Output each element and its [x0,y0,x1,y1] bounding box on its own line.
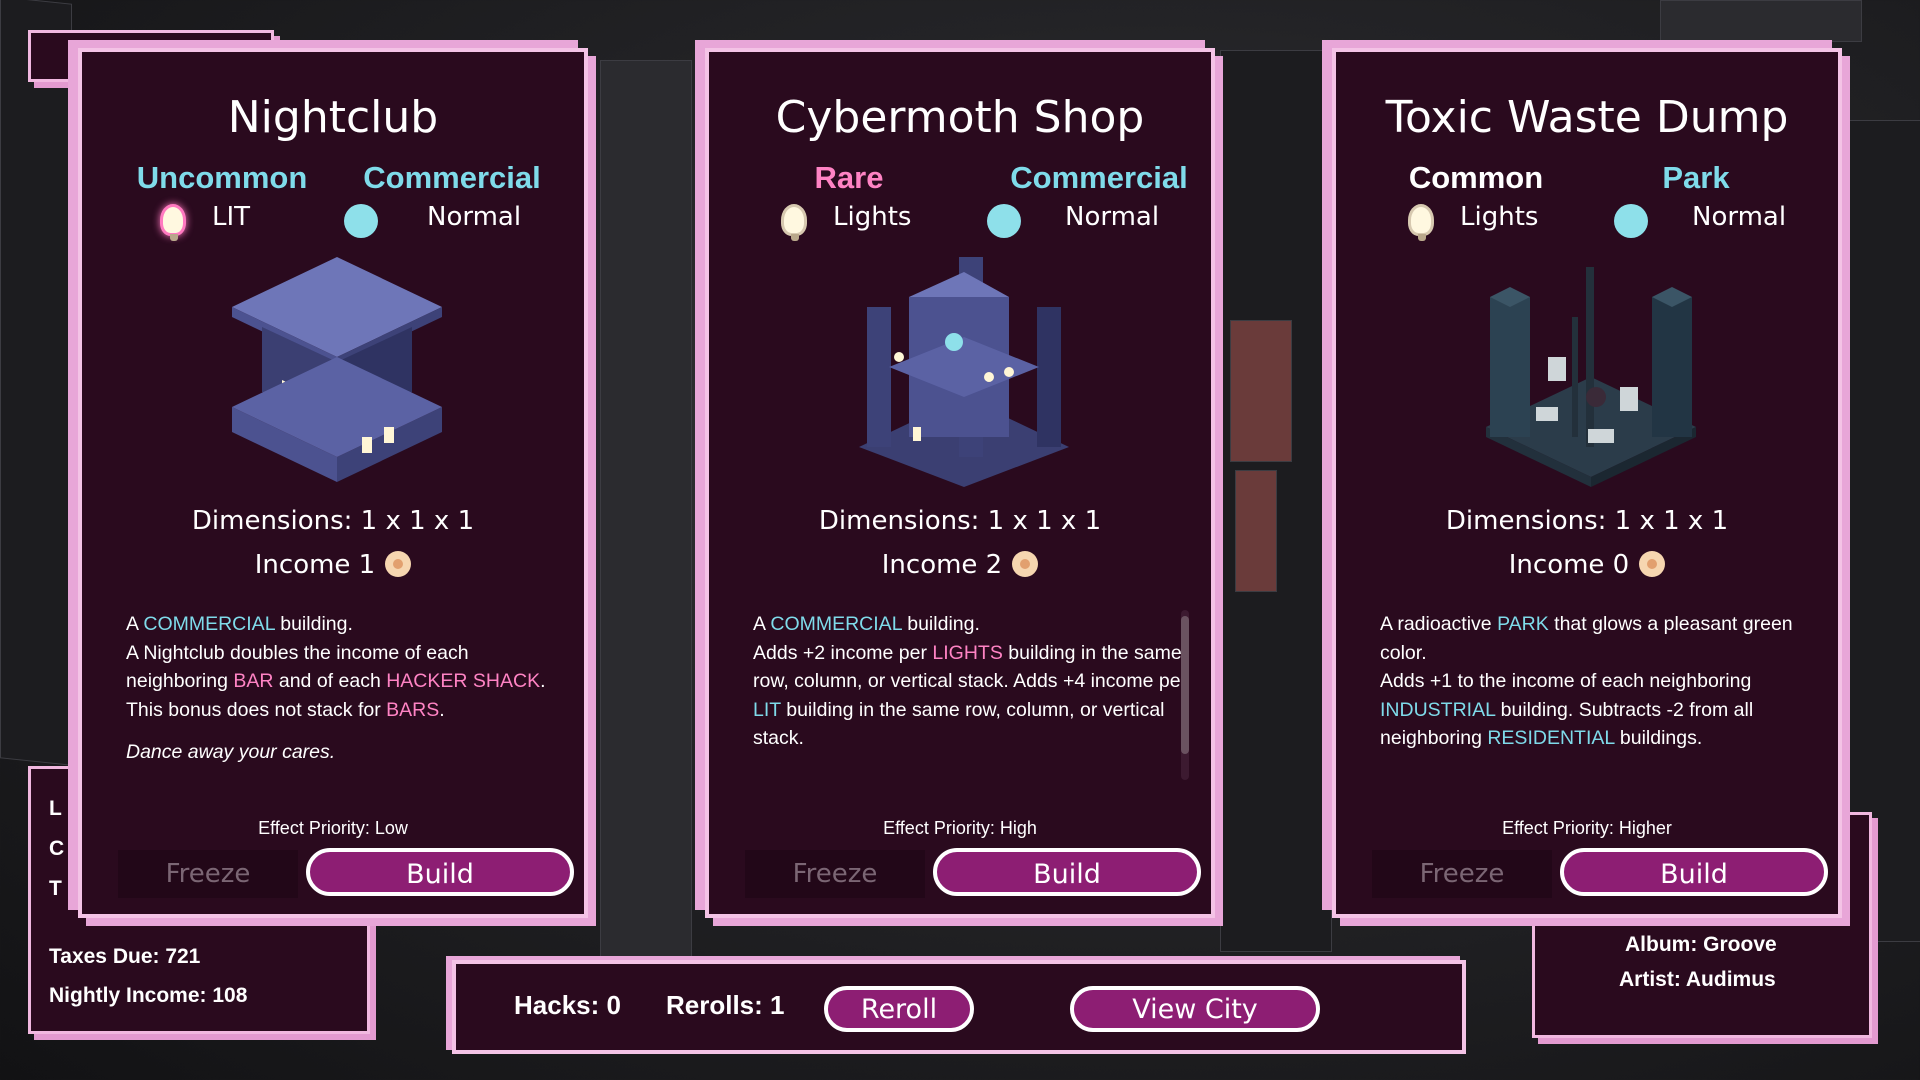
card-cybermoth-shop: Cybermoth Shop Rare Commercial Lights No… [705,48,1215,918]
album-label: Album: Groove [1625,933,1777,956]
card-description: A COMMERCIAL building. Adds +2 income per… [753,610,1193,753]
lightbulb-icon [160,204,186,241]
type-label: Park [1662,160,1730,195]
description-text: building. [901,613,980,635]
income-value: Income 1 [254,550,376,580]
taxes-due: Taxes Due: 721 [49,945,201,968]
rarity-label: Uncommon [136,160,308,195]
rarity-label: Rare [814,160,884,195]
description-text: . [540,670,546,692]
stats-partial-row: L [49,797,62,820]
stats-partial-row: T [49,877,62,900]
bg-building [1235,470,1277,592]
zone-dot-icon [987,204,1021,238]
keyword-text: PARK [1497,613,1549,635]
income-value: Income 0 [1508,550,1630,580]
card-description: A radioactive PARK that glows a pleasant… [1380,610,1820,753]
hacks-count: Hacks: 0 [514,990,621,1020]
bg-building [600,60,692,962]
light-label: LIT [212,202,251,232]
reroll-button[interactable]: Reroll [824,986,974,1032]
card-title: Toxic Waste Dump [1385,92,1789,143]
dimensions-label: Dimensions: 1 x 1 x 1 [191,506,475,536]
keyword-text: BARS [386,698,440,721]
view-city-button[interactable]: View City [1070,986,1320,1032]
income-label: Income 0 [1336,550,1838,580]
freeze-button[interactable]: Freeze [1372,850,1552,898]
zone-label: Normal [1065,202,1160,232]
keyword-text: COMMERCIAL [770,613,902,635]
card-title: Cybermoth Shop [775,92,1145,143]
toxic-dump-building-image [1486,267,1696,487]
zone-dot-icon [344,204,378,238]
description-text: Adds +1 to the income of each neighborin… [1380,670,1752,692]
description-text: Adds +2 income per [753,641,933,664]
keyword-text: LIT [753,698,781,721]
zone-label: Normal [1692,202,1787,232]
keyword-text: RESIDENTIAL [1487,727,1615,749]
zone-label: Normal [427,202,522,232]
income-label: Income 2 [709,550,1211,580]
keyword-text: INDUSTRIAL [1380,698,1496,721]
dimensions-label: Dimensions: 1 x 1 x 1 [1445,506,1729,536]
coin-icon [1012,551,1039,577]
description-text: A [753,613,771,635]
flavor-text: Dance away your cares. [126,741,336,763]
description-text: A radioactive [1380,613,1498,635]
description-text: building in the same row, column, or ver… [753,698,1165,750]
cybermoth-building-image [859,257,1069,487]
description-text: buildings. [1614,727,1703,749]
nightly-income: Nightly Income: 108 [49,984,248,1007]
keyword-text: LIGHTS [932,641,1003,664]
build-button[interactable]: Build [1560,848,1828,896]
light-label: Lights [833,202,912,232]
card-title: Nightclub [227,92,439,143]
effect-priority: Effect Priority: High [883,818,1037,838]
zone-dot-icon [1614,204,1648,238]
bg-building [1230,320,1292,462]
coin-icon [1639,551,1666,577]
type-label: Commercial [363,160,541,195]
income-value: Income 2 [881,550,1003,580]
bottom-action-bar: Hacks: 0 Rerolls: 1 Reroll View City [452,960,1466,1054]
lightbulb-icon [1408,204,1434,241]
freeze-button[interactable]: Freeze [118,850,298,898]
description-text: and of each [273,670,387,692]
description-text: . [439,698,445,721]
description-text: This bonus does not stack for [126,698,387,721]
dimensions-label: Dimensions: 1 x 1 x 1 [818,506,1102,536]
type-label: Commercial [1010,160,1188,195]
bg-building [1660,0,1862,42]
freeze-button[interactable]: Freeze [745,850,925,898]
description-text: A [126,613,144,635]
bg-building [0,0,72,766]
keyword-text: HACKER SHACK [386,670,541,692]
stats-partial-row: C [49,837,65,860]
card-description: A COMMERCIAL building. A Nightclub double… [126,610,566,767]
effect-priority: Effect Priority: Low [258,818,408,838]
lightbulb-icon [781,204,807,241]
description-scrollbar[interactable] [1181,610,1189,780]
build-button[interactable]: Build [306,848,574,896]
light-label: Lights [1460,202,1539,232]
coin-icon [385,551,412,577]
artist-label: Artist: Audimus [1619,968,1776,991]
income-label: Income 1 [82,550,584,580]
card-nightclub: Nightclub Uncommon Commercial LIT Normal… [78,48,588,918]
keyword-text: COMMERCIAL [143,613,275,635]
effect-priority: Effect Priority: Higher [1502,818,1672,838]
keyword-text: BAR [233,670,274,692]
rerolls-count: Rerolls: 1 [666,990,785,1020]
card-toxic-waste-dump: Toxic Waste Dump Common Park Lights Norm… [1332,48,1842,918]
description-text: building. [274,613,353,635]
build-button[interactable]: Build [933,848,1201,896]
nightclub-building-image [232,257,442,482]
rarity-label: Common [1408,160,1544,195]
